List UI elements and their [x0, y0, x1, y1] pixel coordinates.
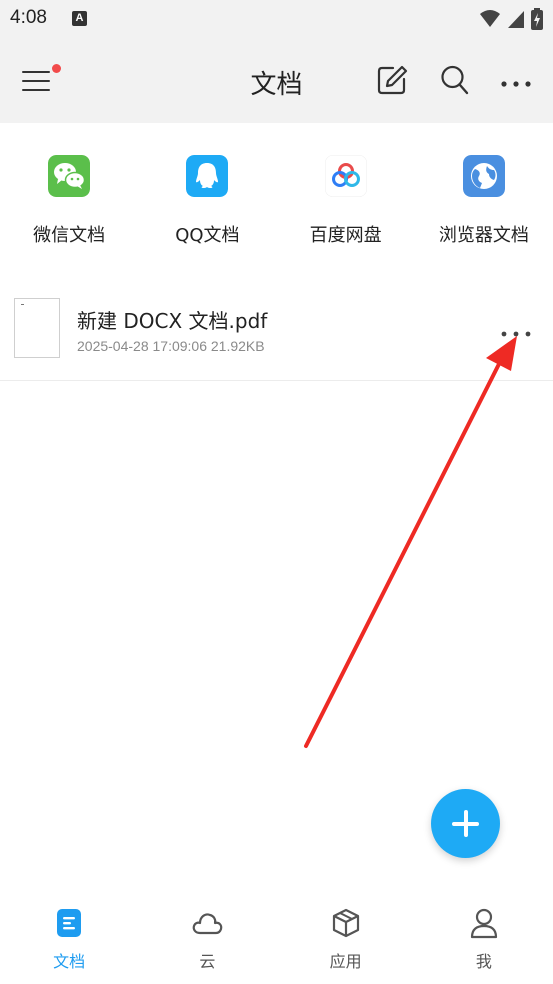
source-browser[interactable]: 浏览器文档: [415, 123, 553, 273]
edit-button[interactable]: [376, 64, 408, 96]
source-qq[interactable]: QQ文档: [138, 123, 276, 273]
source-wechat[interactable]: 微信文档: [0, 123, 138, 273]
nav-label: 云: [199, 952, 216, 971]
nav-label: 我: [475, 952, 492, 971]
signal-icon: [508, 11, 524, 28]
user-icon: [470, 908, 497, 939]
nav-item-cloud[interactable]: 云: [138, 895, 276, 984]
search-button[interactable]: [440, 64, 470, 96]
file-more-button[interactable]: [498, 324, 534, 337]
nav-item-apps[interactable]: 应用: [277, 895, 415, 984]
nav-item-documents[interactable]: 文档: [0, 895, 138, 984]
nav-label: 应用: [329, 952, 362, 971]
status-icons: [479, 8, 543, 30]
apps-cube-icon: [332, 908, 359, 938]
nav-label: 文档: [53, 952, 86, 971]
document-sources: 微信文档 QQ文档 百度网盘 浏览器文档: [0, 123, 553, 273]
page-title: 文档: [250, 70, 303, 100]
add-button[interactable]: [431, 789, 500, 858]
plus-icon-stroke: [464, 810, 468, 837]
file-thumbnail: [14, 298, 60, 358]
file-meta: 2025-04-28 17:09:06 21.92KB: [77, 338, 265, 354]
status-bar: 4:08 A: [0, 0, 553, 40]
app-bar: 文档: [0, 40, 553, 123]
bottom-nav: 文档 云 应用 我: [0, 895, 553, 984]
thumbnail-mark: [21, 304, 24, 305]
file-name: 新建 DOCX 文档.pdf: [77, 309, 268, 333]
notification-a-icon: A: [72, 11, 87, 26]
battery-icon: [531, 8, 543, 30]
nav-item-me[interactable]: 我: [415, 895, 553, 984]
file-list-item[interactable]: 新建 DOCX 文档.pdf 2025-04-28 17:09:06 21.92…: [0, 288, 553, 381]
source-baidu-netdisk[interactable]: 百度网盘: [277, 123, 415, 273]
source-label: 百度网盘: [309, 225, 382, 246]
source-label: 浏览器文档: [438, 225, 529, 246]
edit-icon: [377, 65, 408, 95]
source-label: 微信文档: [33, 225, 106, 246]
qq-icon: [186, 155, 229, 197]
more-options-button[interactable]: [500, 74, 534, 87]
source-label: QQ文档: [175, 225, 240, 246]
status-time: 4:08: [10, 7, 47, 28]
document-icon: [57, 909, 82, 937]
cloud-icon: [193, 913, 223, 935]
search-icon: [441, 65, 469, 95]
baidu-netdisk-icon: [324, 155, 367, 197]
wechat-icon: [48, 155, 91, 197]
more-icon: [501, 81, 531, 87]
wifi-icon: [480, 10, 500, 27]
browser-icon: [462, 155, 505, 197]
more-icon: [501, 331, 531, 337]
